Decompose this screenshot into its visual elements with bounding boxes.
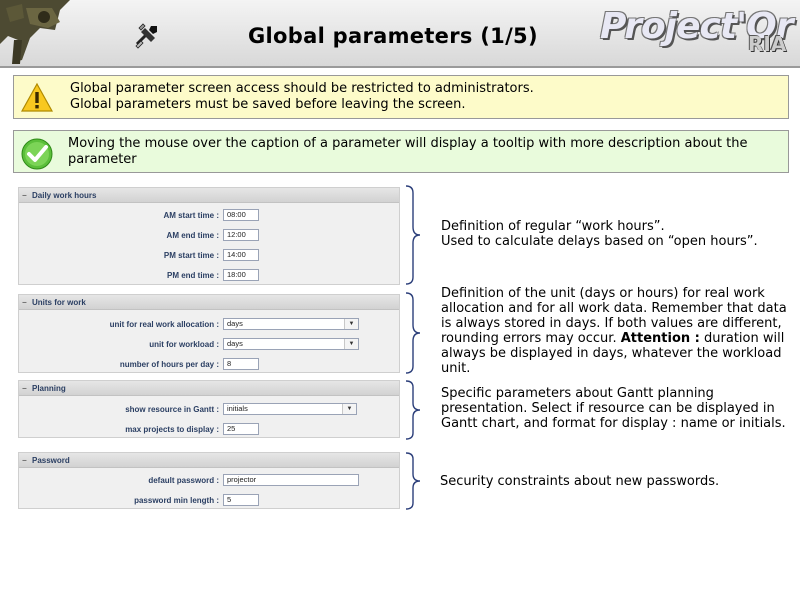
label-am-start-time: AM start time : (163, 211, 219, 220)
info-message: Moving the mouse over the caption of a p… (13, 130, 789, 173)
panel-title-units-for-work[interactable]: Units for work (19, 295, 399, 310)
warning-line-1: Global parameter screen access should be… (70, 81, 534, 96)
label-am-end-time: AM end time : (166, 231, 219, 240)
label-max-projects: max projects to display : (125, 425, 219, 434)
check-circle-icon (21, 138, 53, 170)
warning-message: Global parameter screen access should be… (13, 75, 789, 119)
row-pm-end-time: PM end time : 18:00 (19, 269, 399, 283)
row-pm-start-time: PM start time : 14:00 (19, 249, 399, 263)
row-unit-workload: unit for workload : days ▼ (19, 338, 399, 352)
row-password-min-length: password min length : 5 (19, 494, 399, 508)
brand-logo-icon (0, 0, 70, 64)
default-password-input[interactable]: projector (223, 474, 359, 486)
chevron-down-icon[interactable]: ▼ (342, 404, 356, 414)
chevron-down-icon[interactable]: ▼ (344, 319, 358, 329)
header-bar: Global parameters (1/5) Project'Or RIA (0, 0, 800, 68)
row-am-start-time: AM start time : 08:00 (19, 209, 399, 223)
product-suffix: RIA (748, 32, 787, 56)
max-projects-input[interactable]: 25 (223, 423, 259, 435)
label-default-password: default password : (148, 476, 219, 485)
row-max-projects: max projects to display : 25 (19, 423, 399, 437)
unit-workload-value: days (227, 339, 243, 348)
show-resource-gantt-value: initials (227, 404, 248, 413)
label-show-resource-gantt: show resource in Gantt : (125, 405, 219, 414)
row-unit-real-work: unit for real work allocation : days ▼ (19, 318, 399, 332)
show-resource-gantt-select[interactable]: initials ▼ (223, 403, 357, 415)
description-daily-work-hours-line-1: Definition of regular “work hours”. (441, 219, 665, 234)
unit-real-work-select[interactable]: days ▼ (223, 318, 359, 330)
panel-title-daily-work-hours[interactable]: Daily work hours (19, 188, 399, 203)
row-show-resource-gantt: show resource in Gantt : initials ▼ (19, 403, 399, 417)
warning-icon (20, 82, 54, 112)
pm-end-time-input[interactable]: 18:00 (223, 269, 259, 281)
chevron-down-icon[interactable]: ▼ (344, 339, 358, 349)
label-password-min-length: password min length : (134, 496, 219, 505)
panel-title-password[interactable]: Password (19, 453, 399, 468)
label-unit-real-work: unit for real work allocation : (109, 320, 219, 329)
hours-per-day-input[interactable]: 8 (223, 358, 259, 370)
label-unit-workload: unit for workload : (149, 340, 219, 349)
row-am-end-time: AM end time : 12:00 (19, 229, 399, 243)
info-text: Moving the mouse over the caption of a p… (68, 136, 748, 167)
am-start-time-input[interactable]: 08:00 (223, 209, 259, 221)
row-hours-per-day: number of hours per day : 8 (19, 358, 399, 372)
description-password: Security constraints about new passwords… (440, 474, 720, 489)
panel-planning: Planning show resource in Gantt : initia… (18, 380, 400, 438)
description-attention-label: Attention : (620, 331, 700, 346)
pm-start-time-input[interactable]: 14:00 (223, 249, 259, 261)
panel-title-planning[interactable]: Planning (19, 381, 399, 396)
am-end-time-input[interactable]: 12:00 (223, 229, 259, 241)
unit-real-work-value: days (227, 319, 243, 328)
brace-password (405, 452, 421, 510)
description-daily-work-hours: Definition of regular “work hours”. Used… (441, 219, 791, 249)
warning-text: Global parameter screen access should be… (70, 81, 782, 113)
password-min-length-input[interactable]: 5 (223, 494, 259, 506)
page-title: Global parameters (1/5) (248, 24, 538, 48)
label-pm-end-time: PM end time : (166, 271, 219, 280)
warning-line-2: Global parameters must be saved before l… (70, 97, 466, 112)
panel-daily-work-hours: Daily work hours AM start time : 08:00 A… (18, 187, 400, 285)
description-units-for-work: Definition of the unit (days or hours) f… (441, 286, 791, 376)
description-daily-work-hours-line-2: Used to calculate delays based on “open … (441, 234, 758, 249)
panel-password: Password default password : projector pa… (18, 452, 400, 509)
brace-units-for-work (405, 292, 421, 374)
description-planning: Specific parameters about Gantt planning… (441, 386, 786, 431)
brace-daily-work-hours (405, 185, 421, 285)
brace-planning (405, 380, 421, 440)
tools-icon (135, 23, 157, 49)
panel-units-for-work: Units for work unit for real work alloca… (18, 294, 400, 373)
label-hours-per-day: number of hours per day : (119, 360, 219, 369)
product-logo: Project'Or RIA (600, 6, 795, 64)
row-default-password: default password : projector (19, 474, 399, 488)
label-pm-start-time: PM start time : (163, 251, 219, 260)
unit-workload-select[interactable]: days ▼ (223, 338, 359, 350)
